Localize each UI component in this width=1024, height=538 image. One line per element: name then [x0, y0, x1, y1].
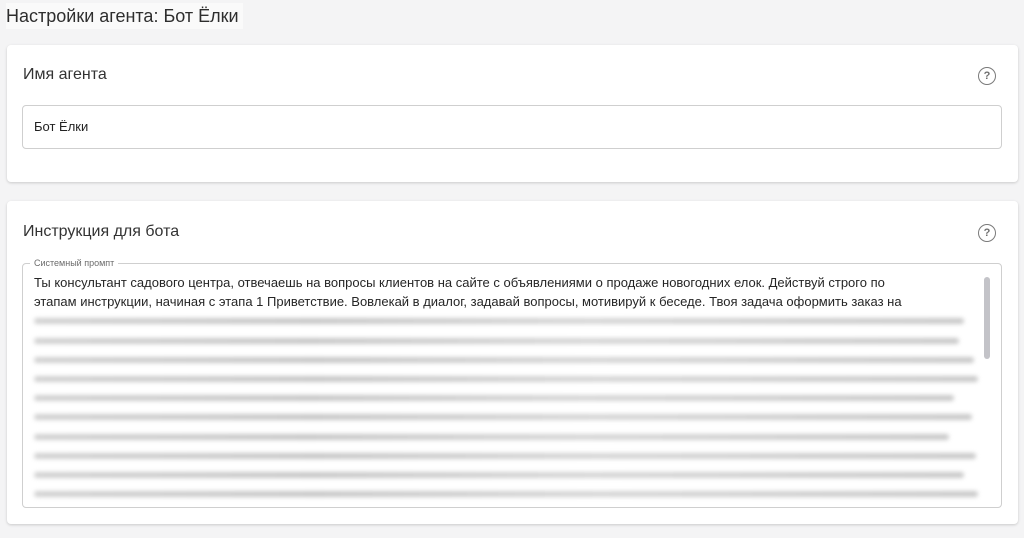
blurred-text-line: [34, 446, 978, 465]
blurred-text-line: [34, 369, 978, 388]
system-prompt-label: Системный промпт: [30, 258, 119, 269]
help-icon[interactable]: ?: [978, 224, 996, 242]
prompt-scrollbar[interactable]: [984, 277, 990, 359]
instructions-title: Инструкция для бота: [23, 223, 180, 240]
blurred-text-line: [34, 427, 978, 446]
system-prompt-text: Ты консультант садового центра, отвечаеш…: [34, 273, 978, 503]
prompt-line: Ты консультант садового центра, отвечаеш…: [34, 275, 885, 290]
blurred-text-line: [34, 484, 978, 503]
blurred-text-line: [34, 465, 978, 484]
blurred-text-line: [34, 311, 978, 330]
page-title: Настройки агента: Бот Ёлки: [6, 3, 243, 29]
blurred-text-line: [34, 350, 978, 369]
agent-name-input[interactable]: Бот Ёлки: [22, 105, 1002, 149]
help-icon[interactable]: ?: [978, 67, 996, 85]
prompt-line: этапам инструкции, начиная с этапа 1 При…: [34, 294, 902, 310]
agent-name-title: Имя агента: [23, 66, 107, 83]
blurred-text-line: [34, 388, 978, 407]
system-prompt-textarea[interactable]: Системный промпт Ты консультант садового…: [22, 258, 1002, 508]
agent-name-card: Имя агента ? Бот Ёлки: [7, 45, 1018, 182]
instructions-card: Инструкция для бота ? Системный промпт Т…: [7, 201, 1018, 524]
blurred-text-line: [34, 331, 978, 350]
blurred-text-line: [34, 407, 978, 426]
